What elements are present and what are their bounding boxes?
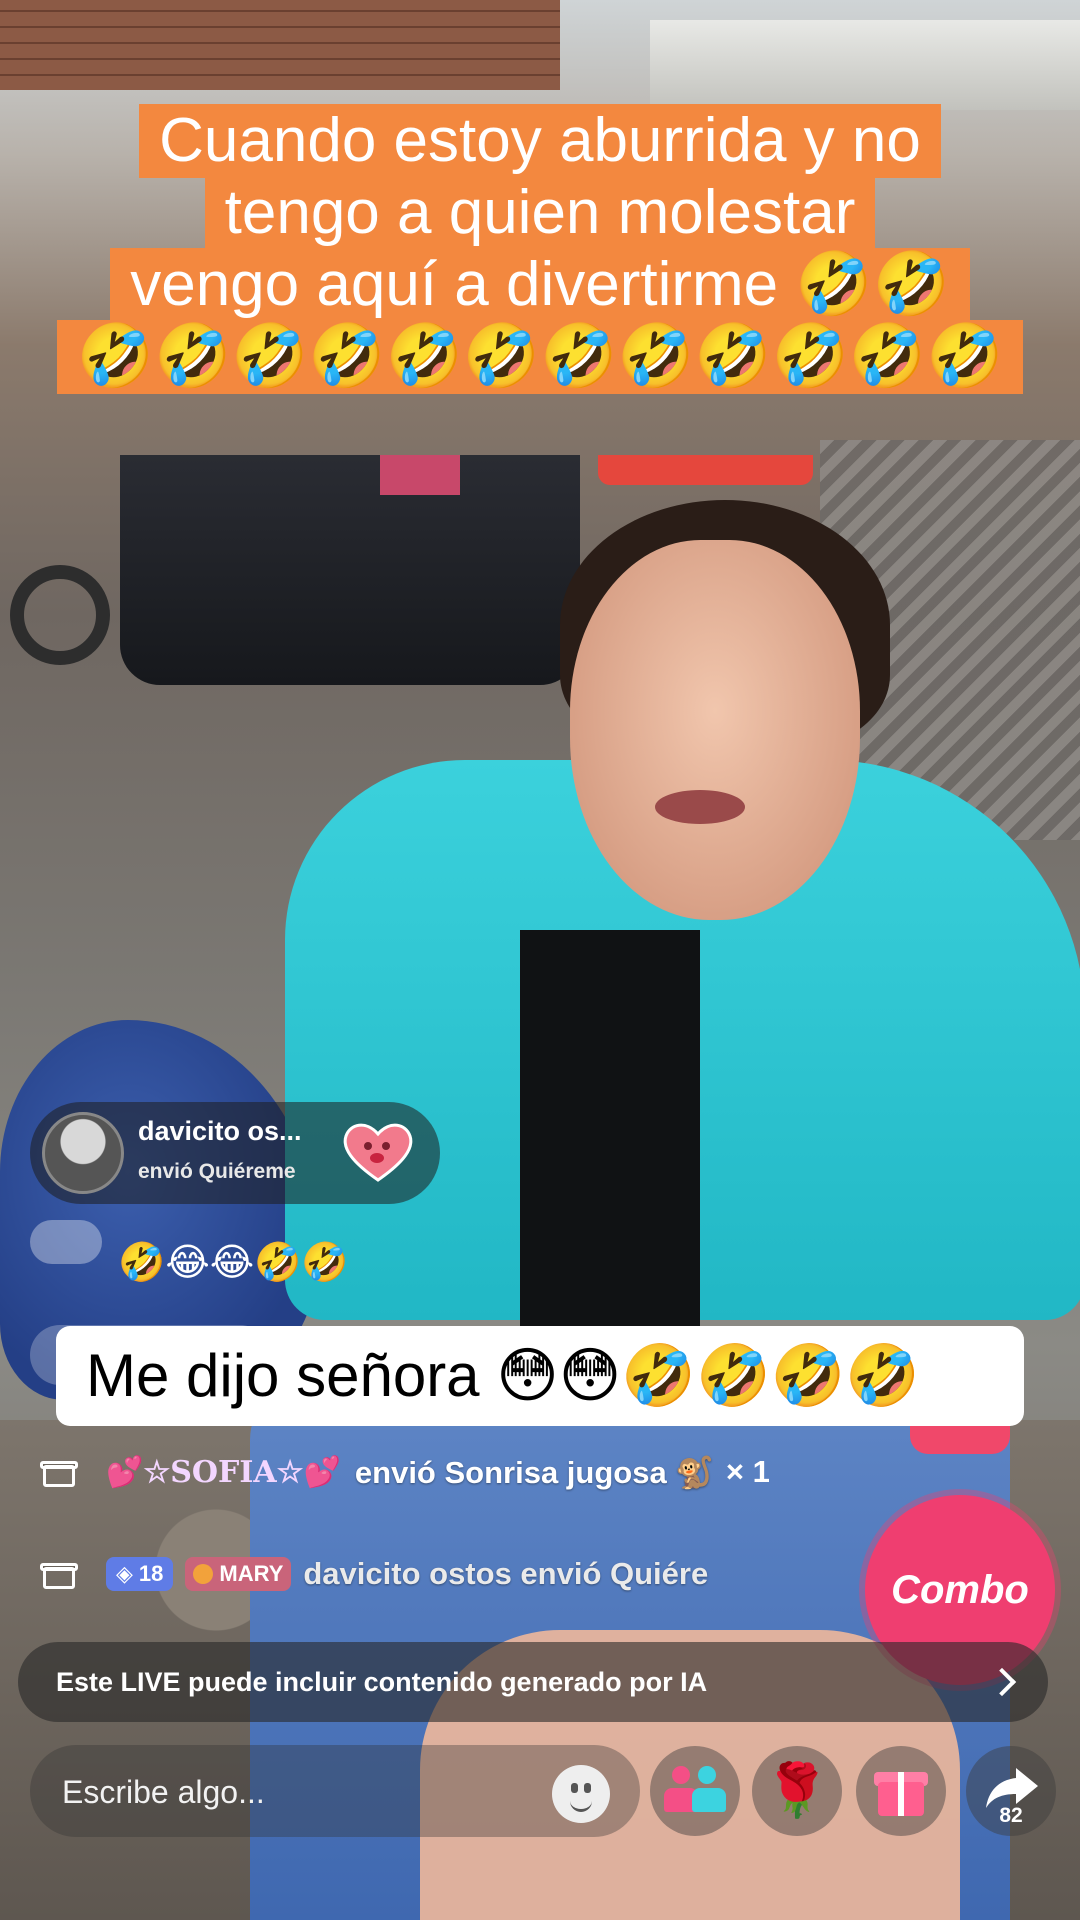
ai-content-notice[interactable]: Este LIVE puede incluir contenido genera… xyxy=(18,1642,1048,1722)
gift-icon[interactable] xyxy=(856,1746,946,1836)
emoji-comment: 🤣😂😂🤣🤣 xyxy=(118,1242,349,1284)
feed-text: davicito ostos envió Quiére xyxy=(303,1556,709,1591)
level-badge: ◈ 18 xyxy=(106,1557,174,1591)
combo-label: Combo xyxy=(891,1567,1029,1612)
streamer-shirt xyxy=(520,930,700,1350)
faded-comment-bubble xyxy=(30,1220,102,1264)
avatar[interactable] xyxy=(42,1112,124,1194)
hanging-clothes xyxy=(120,455,580,685)
guests-button[interactable] xyxy=(650,1746,740,1836)
share-button[interactable]: 82 xyxy=(966,1746,1056,1836)
video-caption: Cuando estoy aburrida y no tengo a quien… xyxy=(0,104,1080,394)
brick-wall xyxy=(0,0,560,90)
rooftops xyxy=(650,20,1080,110)
red-tab xyxy=(910,1426,1010,1454)
share-count: 82 xyxy=(999,1804,1023,1827)
heart-face-gift-icon xyxy=(343,1123,413,1182)
comment-box[interactable] xyxy=(30,1745,640,1839)
feed-count: × 1 xyxy=(725,1454,770,1489)
wheelbarrow-wheel xyxy=(10,565,110,665)
fan-badge-label: MARY xyxy=(219,1561,284,1586)
level-number: 18 xyxy=(138,1561,164,1586)
streamer-mouth xyxy=(655,790,745,824)
fan-badge: MARY xyxy=(185,1557,292,1591)
overlay-caption: Me dijo señora 😳😳🤣🤣🤣🤣 xyxy=(56,1326,1024,1426)
chevron-right-icon xyxy=(987,1667,1017,1697)
diamond-icon: ◈ xyxy=(116,1561,133,1586)
feed-user-name[interactable]: 💕☆SOFIA☆💕 xyxy=(106,1455,341,1490)
feed-row: ◈ 18 MARY davicito ostos envió Quiére xyxy=(40,1548,708,1600)
gift-box-icon xyxy=(40,1455,78,1489)
caption-line: Cuando estoy aburrida y no xyxy=(139,104,941,178)
caption-line: 🤣🤣🤣🤣🤣🤣🤣🤣🤣🤣🤣🤣 xyxy=(56,320,1024,394)
comment-input[interactable] xyxy=(60,1745,544,1839)
feed-text: envió Sonrisa jugosa 🐒 xyxy=(354,1454,714,1490)
pink-cloth xyxy=(380,455,460,495)
feed-row: 💕☆SOFIA☆💕 envió Sonrisa jugosa 🐒 × 1 xyxy=(40,1446,770,1498)
caption-line: vengo aquí a divertirme 🤣🤣 xyxy=(110,248,970,322)
gift-sender-name: davicito os... xyxy=(138,1116,302,1146)
promo-tag xyxy=(598,455,813,485)
gift-action-text: envió Quiéreme xyxy=(138,1160,296,1183)
emoji-icon[interactable] xyxy=(552,1765,610,1823)
ai-notice-text: Este LIVE puede incluir contenido genera… xyxy=(56,1666,708,1697)
fan-badge-icon xyxy=(193,1564,214,1584)
streamer-face xyxy=(570,540,860,920)
rose-icon[interactable]: 🌹 xyxy=(752,1746,842,1836)
caption-line: tengo a quien molestar xyxy=(204,176,876,250)
gift-box-icon xyxy=(40,1557,78,1591)
